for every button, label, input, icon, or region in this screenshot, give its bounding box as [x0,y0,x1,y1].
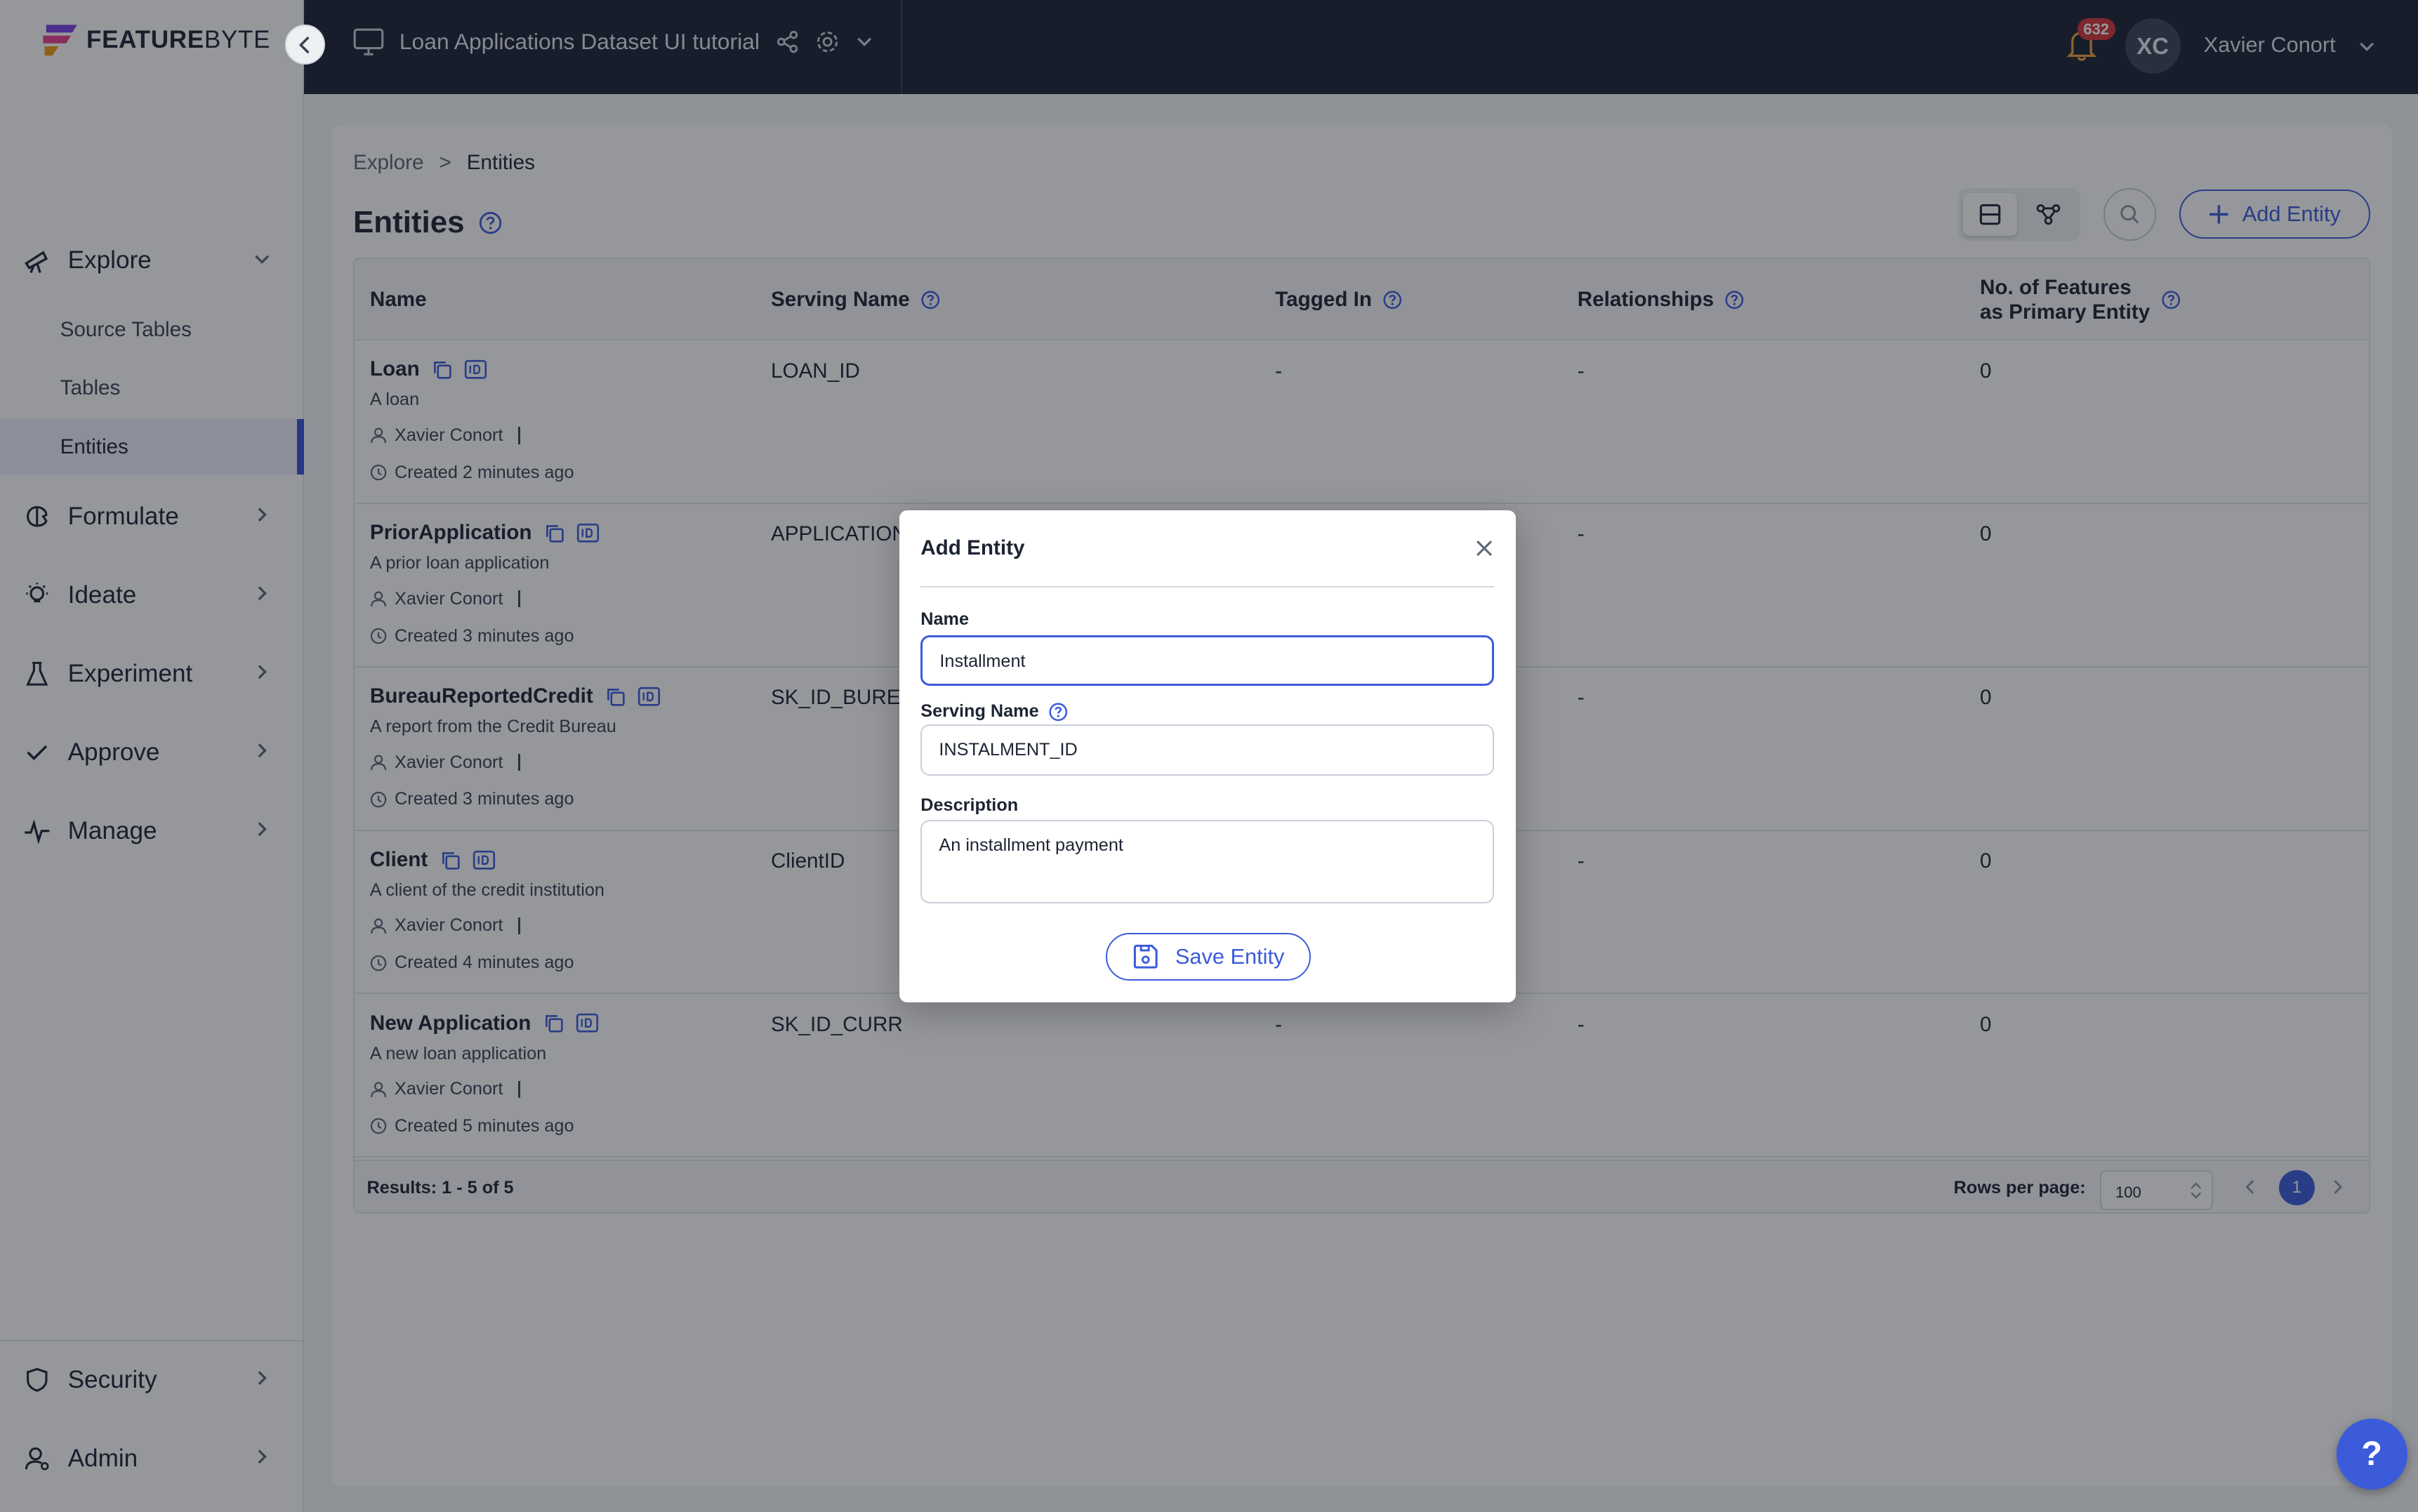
close-icon[interactable] [1476,540,1493,557]
save-icon [1134,944,1158,969]
dialog-title: Add Entity [920,536,1025,560]
name-field-label: Name [920,609,969,630]
chevron-left-icon [298,36,310,53]
serving-name-input[interactable]: INSTALMENT_ID [920,724,1495,776]
save-entity-button[interactable]: Save Entity [1105,932,1311,981]
dialog-divider [920,585,1495,588]
help-circle-icon[interactable] [1048,702,1069,722]
description-label-text: Description [920,795,1019,816]
name-label-text: Name [920,609,970,629]
add-entity-dialog: Add Entity Name Installment Serving Name… [899,510,1517,1002]
name-input[interactable]: Installment [920,635,1495,687]
help-button[interactable]: ? [2336,1418,2407,1490]
serving-name-field-label: Serving Name [920,701,1068,722]
save-entity-label: Save Entity [1175,943,1285,969]
description-field-label: Description [920,795,1018,816]
description-textarea[interactable]: An installment payment [920,820,1495,904]
serving-label-text: Serving Name [920,701,1039,722]
